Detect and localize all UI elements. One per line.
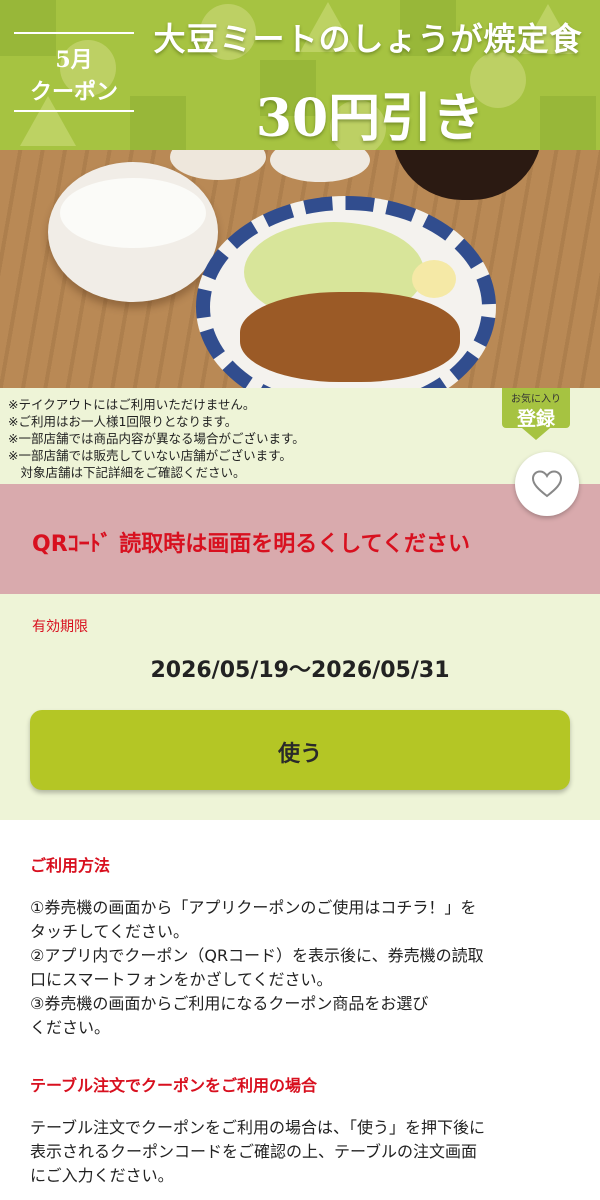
- month-coupon-label: 5月 クーポン: [14, 30, 134, 114]
- banner-title: 大豆ミートのしょうが焼定食: [153, 20, 583, 58]
- usage-line: ②アプリ内でクーポン（QRコード）を表示後に、券売機の読取: [30, 946, 484, 965]
- usage-line: ③券売機の画面からご利用になるクーポン商品をお選び: [30, 994, 429, 1013]
- favorite-register-badge[interactable]: お気に入り 登録: [502, 388, 570, 444]
- heart-icon: [532, 470, 562, 498]
- favorite-badge-small-text: お気に入り: [511, 394, 561, 405]
- usage-line: タッチしてください。: [30, 922, 190, 941]
- qr-warning-banner: QRｺｰﾄﾞ 読取時は画面を明るくしてください: [0, 484, 600, 594]
- table-order-line: テーブル注文でクーポンをご利用の場合は、「使う」を押下後に: [30, 1118, 486, 1137]
- month-text: 5月: [55, 47, 93, 73]
- note-line: 対象店舗は下記詳細をご確認ください。: [8, 465, 246, 480]
- use-button[interactable]: 使う: [30, 710, 570, 790]
- usage-line: 口にスマートフォンをかざしてください。: [30, 970, 333, 989]
- usage-section: ご利用方法 ①券売機の画面から「アプリクーポンのご使用はコチラ！」を タッチして…: [0, 820, 600, 1200]
- favorite-badge-big-text: 登録: [516, 408, 555, 430]
- discount-text: 30円引き: [255, 88, 485, 149]
- coupon-banner: 5月 クーポン 大豆ミートのしょうが焼定食 30円引き: [0, 0, 600, 150]
- food-photo: [0, 150, 600, 388]
- usage-line: ください。: [30, 1018, 111, 1037]
- coupon-text: クーポン: [29, 80, 118, 105]
- table-order-line: にご入力ください。: [30, 1166, 174, 1185]
- qr-warning-text: QRｺｰﾄﾞ 読取時は画面を明るくしてください: [32, 532, 470, 557]
- table-order-line: 表示されるクーポンコードをご確認の上、テーブルの注文画面: [30, 1142, 478, 1161]
- validity-section: 有効期限 2026/05/19～2026/05/31 使う: [0, 594, 600, 820]
- usage-line: ①券売機の画面から「アプリクーポンのご使用はコチラ！」を: [30, 898, 477, 917]
- usage-title: ご利用方法: [30, 856, 111, 875]
- use-button-label: 使う: [277, 741, 322, 766]
- table-order-title: テーブル注文でクーポンをご利用の場合: [30, 1076, 318, 1095]
- validity-label: 有効期限: [32, 619, 88, 635]
- favorite-button[interactable]: [515, 452, 579, 516]
- validity-dates: 2026/05/19～2026/05/31: [150, 658, 450, 683]
